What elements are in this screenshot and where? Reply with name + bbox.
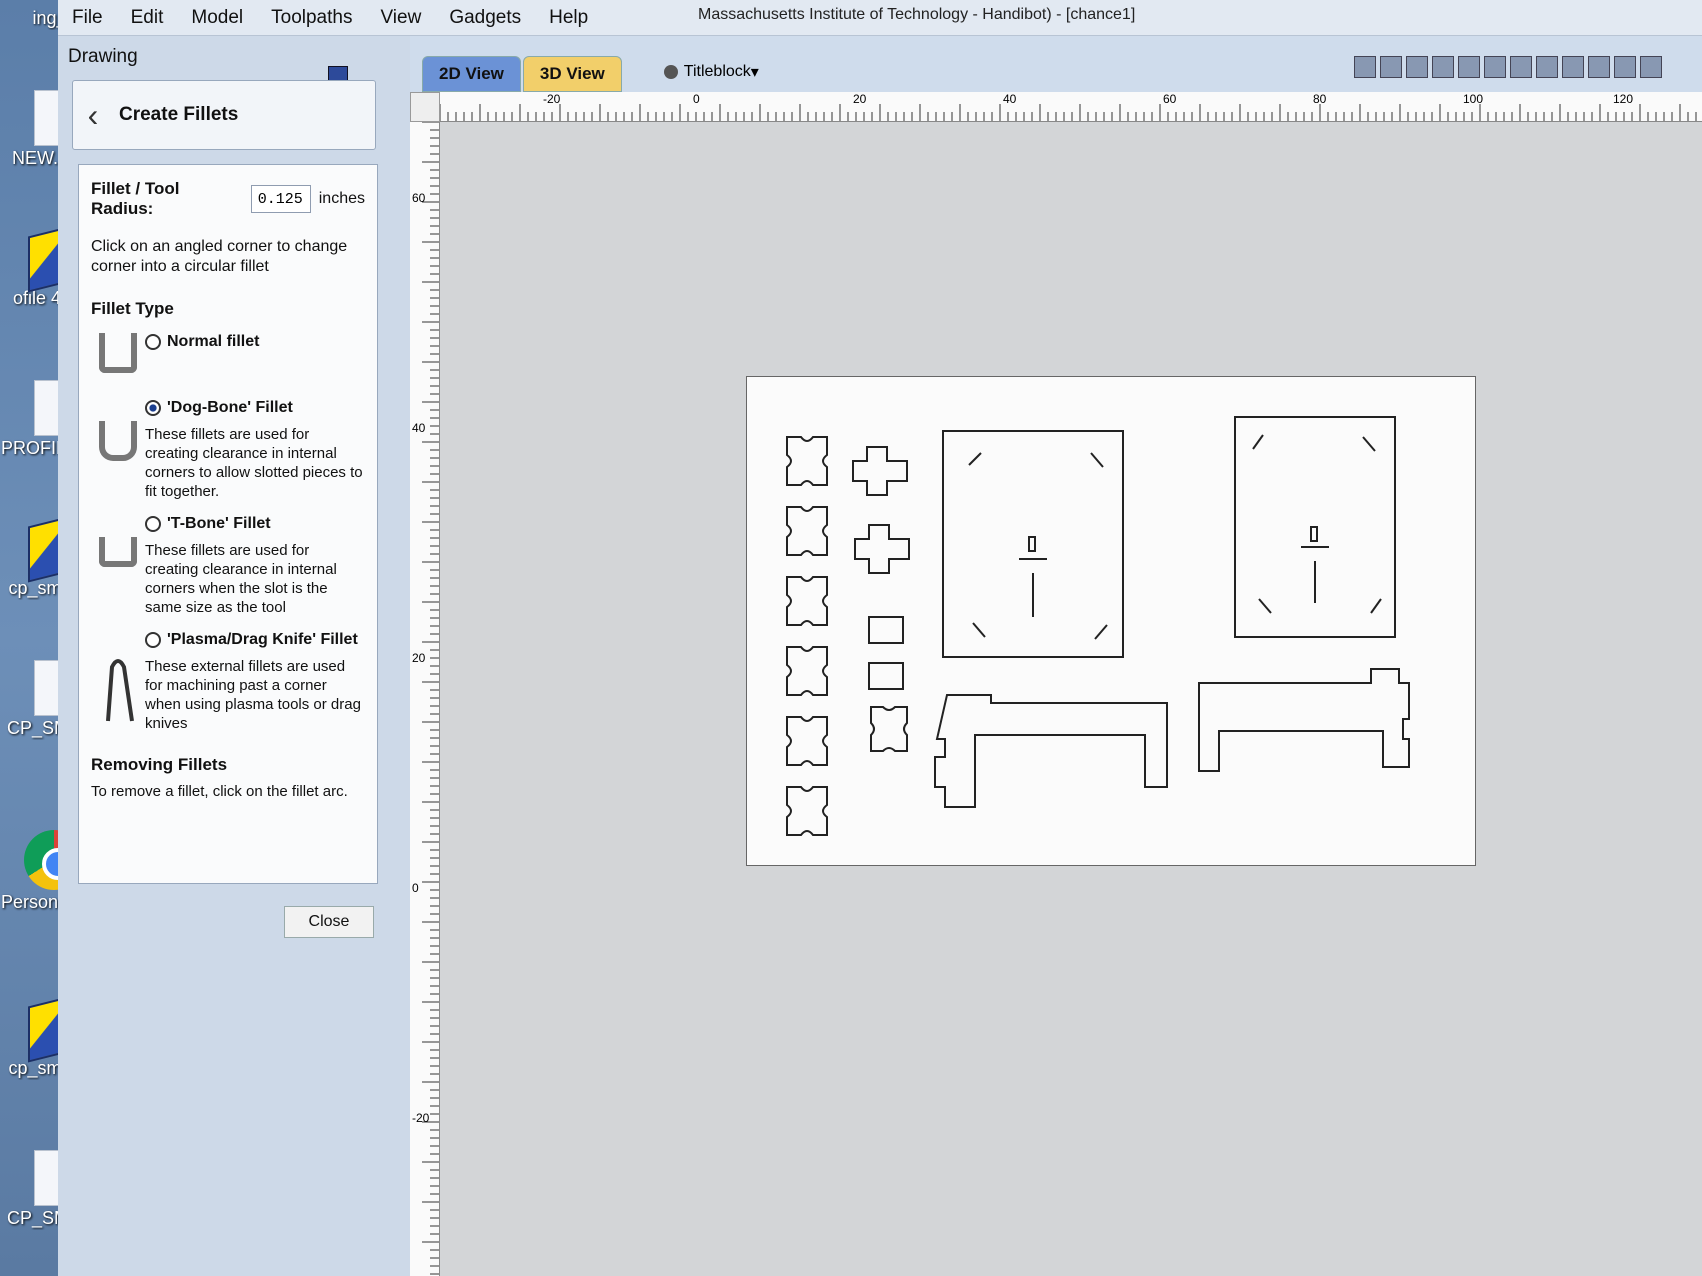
ruler-h-label: 60 [1163, 92, 1177, 106]
view-toolbar [1350, 56, 1662, 78]
view-mode-icon[interactable] [1536, 56, 1558, 78]
help-text: Click on an angled corner to change corn… [91, 238, 348, 275]
plasma-fillet-icon [106, 659, 134, 722]
zoom-out-icon[interactable] [1484, 56, 1506, 78]
tbone-fillet-icon [99, 537, 137, 567]
ruler-h-label: 40 [1003, 92, 1017, 106]
ruler-corner [410, 92, 440, 122]
view-tabs: 2D View 3D View Titleblock ▾ [410, 36, 1702, 92]
tab-3d-view[interactable]: 3D View [522, 56, 622, 92]
menu-bar: File Edit Model Toolpaths View Gadgets H… [58, 0, 1702, 36]
menu-toolpaths[interactable]: Toolpaths [257, 7, 366, 29]
removing-fillets-text: To remove a fillet, click on the fillet … [91, 783, 348, 800]
window-title: Massachusetts Institute of Technology - … [698, 6, 1136, 23]
radius-label: Fillet / Tool Radius: [91, 179, 180, 218]
back-arrow-icon[interactable]: ‹ [73, 97, 113, 134]
ruler-v-label: 20 [412, 651, 426, 665]
grid-icon[interactable] [1406, 56, 1428, 78]
fillet-type-heading: Fillet Type [91, 299, 174, 318]
tbone-fillet-radio[interactable] [145, 516, 161, 532]
normal-fillet-icon [99, 333, 137, 373]
ruler-h-label: 20 [853, 92, 867, 106]
render-icon[interactable] [1562, 56, 1584, 78]
dropdown-arrow-icon: ▾ [750, 64, 759, 81]
ruler-h-label: -20 [543, 92, 561, 106]
menu-file[interactable]: File [58, 7, 117, 29]
dogbone-fillet-label: 'Dog-Bone' Fillet [167, 399, 293, 416]
removing-fillets-heading: Removing Fillets [91, 755, 228, 774]
plasma-fillet-radio[interactable] [145, 632, 161, 648]
material-sheet [746, 376, 1476, 866]
snap-icon[interactable] [1354, 56, 1376, 78]
tab-2d-view[interactable]: 2D View [422, 56, 521, 92]
layout-icon[interactable] [1380, 56, 1402, 78]
ruler-h-label: 0 [693, 92, 700, 106]
ruler-h-label: 80 [1313, 92, 1327, 106]
panel-header: ‹ Create Fillets [72, 80, 376, 150]
dogbone-fillet-radio[interactable] [145, 400, 161, 416]
menu-model[interactable]: Model [177, 7, 257, 29]
close-button[interactable]: Close [284, 906, 374, 938]
tbone-fillet-description: These fillets are used for creating clea… [145, 542, 337, 616]
horizontal-ruler: -20 0 20 40 60 80 100 120 [440, 92, 1702, 122]
light-icon[interactable] [1588, 56, 1610, 78]
ruler-v-label: 40 [412, 421, 426, 435]
drawing-canvas[interactable] [440, 122, 1702, 1276]
fillet-option-dogbone[interactable]: 'Dog-Bone' Fillet These fillets are used… [91, 399, 365, 501]
fillet-option-plasma[interactable]: 'Plasma/Drag Knife' Fillet These externa… [91, 631, 365, 733]
ruler-v-label: -20 [412, 1111, 430, 1125]
ruler-h-label: 120 [1613, 92, 1633, 106]
fillet-options: Fillet / Tool Radius: inches Click on an… [78, 164, 378, 884]
normal-fillet-radio[interactable] [145, 334, 161, 350]
zoom-all-icon[interactable] [1432, 56, 1454, 78]
dogbone-fillet-description: These fillets are used for creating clea… [145, 426, 363, 500]
titleblock-label: Titleblock [683, 63, 751, 80]
ruler-v-label: 0 [412, 881, 419, 895]
drawing-view: 2D View 3D View Titleblock ▾ -20 0 20 40… [410, 36, 1702, 1276]
fillet-option-tbone[interactable]: 'T-Bone' Fillet These fillets are used f… [91, 515, 365, 617]
fillet-option-normal[interactable]: Normal fillet [91, 333, 365, 385]
app-window: File Edit Model Toolpaths View Gadgets H… [58, 0, 1702, 1276]
dogbone-fillet-icon [99, 421, 137, 461]
vertical-ruler: 60 40 20 0 -20 [410, 122, 440, 1276]
zoom-selection-icon[interactable] [1510, 56, 1532, 78]
drawing-tab[interactable]: Drawing [68, 46, 138, 68]
layers-icon[interactable] [1614, 56, 1636, 78]
panel-title: Create Fillets [119, 104, 239, 125]
tbone-fillet-label: 'T-Bone' Fillet [167, 515, 271, 532]
menu-edit[interactable]: Edit [117, 7, 178, 29]
plasma-fillet-description: These external fillets are used for mach… [145, 658, 361, 732]
menu-view[interactable]: View [366, 7, 435, 29]
radius-input[interactable] [250, 185, 311, 213]
ruler-h-label: 100 [1463, 92, 1483, 106]
plasma-fillet-label: 'Plasma/Drag Knife' Fillet [167, 631, 358, 648]
menu-gadgets[interactable]: Gadgets [435, 7, 535, 29]
titleblock-button[interactable]: Titleblock ▾ [663, 62, 759, 92]
split-icon[interactable] [1640, 56, 1662, 78]
part-vectors[interactable] [747, 377, 1477, 867]
ruler-v-label: 60 [412, 191, 426, 205]
zoom-in-icon[interactable] [1458, 56, 1480, 78]
menu-help[interactable]: Help [535, 7, 602, 29]
radius-unit: inches [318, 190, 365, 207]
normal-fillet-label: Normal fillet [167, 333, 260, 350]
drawing-panel: Drawing ‹ Create Fillets Fillet / Tool R… [58, 36, 410, 1276]
titleblock-icon [663, 65, 678, 79]
